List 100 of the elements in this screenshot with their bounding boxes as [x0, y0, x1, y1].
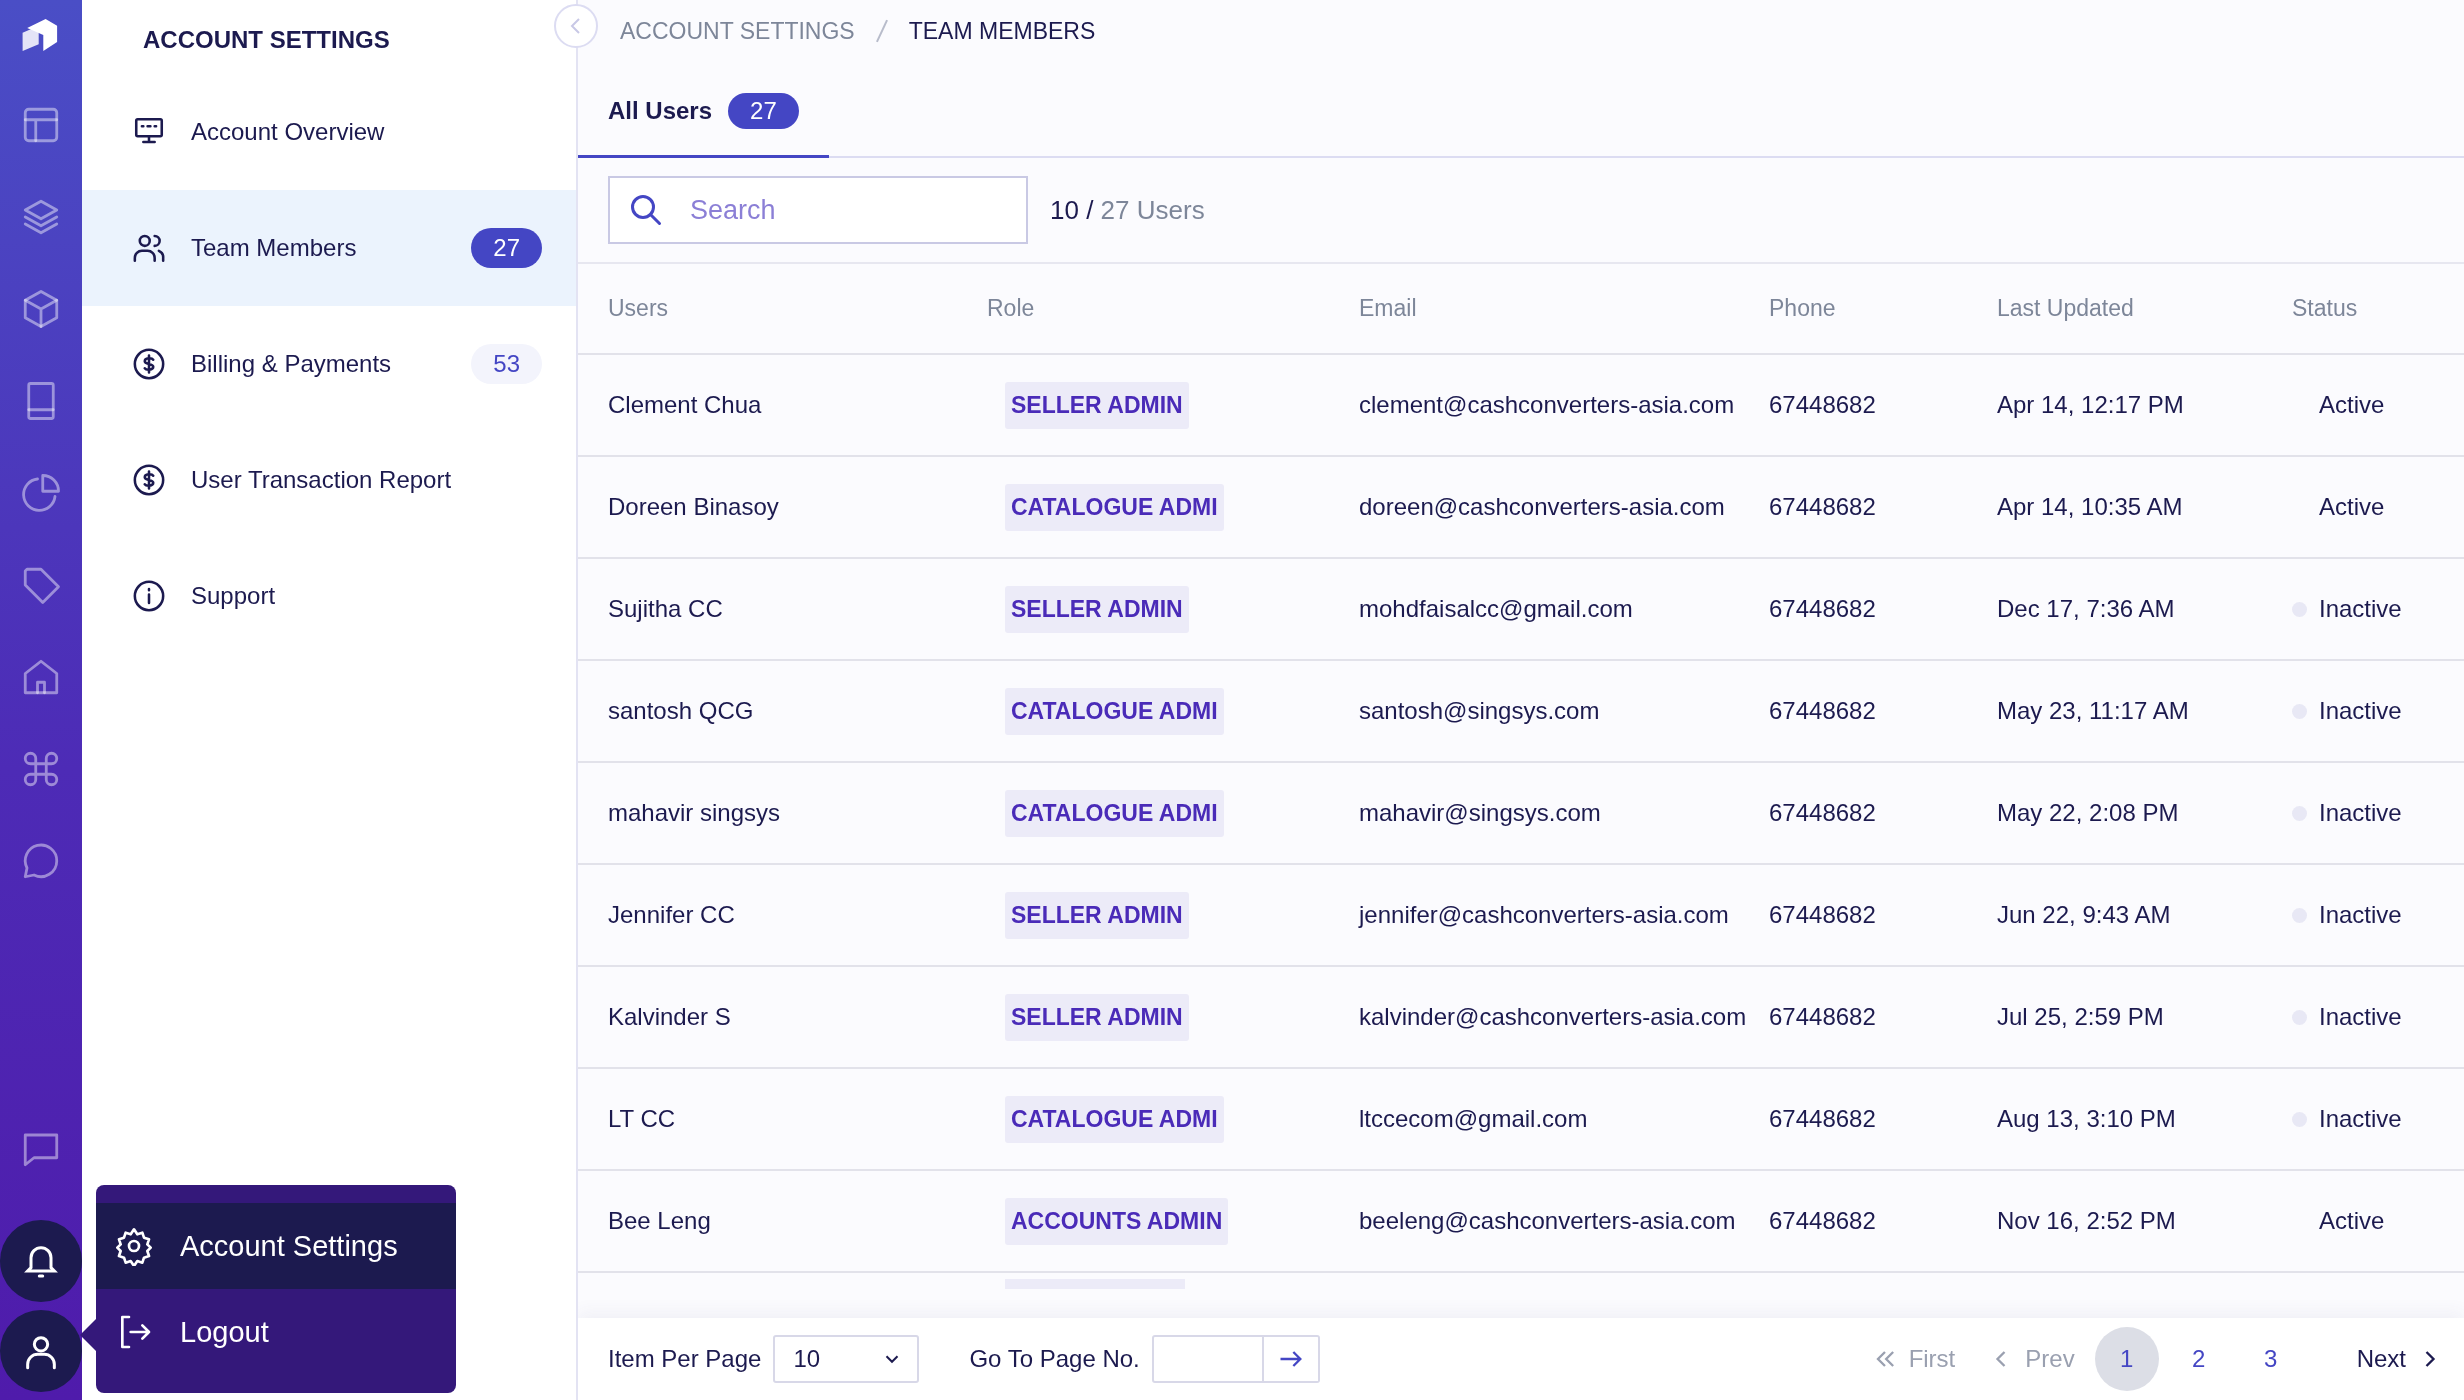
table-cell-text: santosh@singsys.com — [1359, 697, 1601, 725]
table-cell-text: clement@cashconverters-asia.com — [1359, 391, 1736, 419]
role-tag: SELLER ADMIN — [1005, 381, 1189, 429]
sidebar-item[interactable]: User Transaction Report — [82, 422, 576, 538]
sidebar-label: Account Overview — [191, 118, 386, 146]
count-badge: 27 — [471, 228, 542, 268]
table-cell-text: Jennifer CC — [608, 901, 736, 929]
table-cell-text: 67448682 — [1769, 493, 1877, 521]
table-cell-text: LT CC — [608, 1105, 677, 1133]
table-cell-text: Apr 14, 12:17 PM — [1997, 391, 2185, 419]
sidebar-title: ACCOUNT SETTINGS — [142, 25, 391, 55]
table-cell-text: May 22, 2:08 PM — [1997, 799, 2180, 827]
sidebar-label: Billing & Payments — [191, 350, 393, 378]
column-header: Phone — [1769, 295, 1837, 322]
column-header: Last Updated — [1997, 295, 2135, 322]
sidebar-item[interactable]: Support — [82, 538, 576, 654]
table-cell-text: kalvinder@cashconverters-asia.com — [1359, 1003, 1748, 1031]
dollar-icon — [132, 463, 166, 497]
status-text: Active — [2319, 493, 2385, 521]
shown-count: 10 / — [1050, 194, 1094, 225]
menu-item[interactable]: Account Settings — [96, 1203, 456, 1289]
next-page-button[interactable]: Next — [2356, 1345, 2444, 1373]
table-cell-text: beeleng@cashconverters-asia.com — [1359, 1207, 1737, 1235]
page-button[interactable]: 1 — [2094, 1327, 2159, 1391]
items-per-page-select[interactable]: 10 — [773, 1335, 920, 1383]
info-icon — [132, 579, 166, 613]
status-text: Inactive — [2319, 1003, 2402, 1031]
table-cell-text: Apr 14, 10:35 AM — [1997, 493, 2184, 521]
table-cell-text: 67448682 — [1769, 595, 1877, 623]
sidebar-item[interactable]: Billing & Payments 53 — [82, 306, 576, 422]
table-cell-text: mahavir singsys — [608, 799, 782, 827]
table-cell-text: Nov 16, 2:52 PM — [1997, 1207, 2177, 1235]
role-tag: SELLER ADMIN — [1005, 585, 1189, 633]
column-header: Users — [608, 295, 670, 322]
status-text: Active — [2319, 391, 2385, 419]
role-tag: SELLER ADMIN — [1005, 993, 1189, 1041]
table-cell-text: Dec 17, 7:36 AM — [1997, 595, 2176, 623]
table-cell-text: Sujitha CC — [608, 595, 724, 623]
breadcrumb-item: TEAM MEMBERS — [908, 17, 1096, 45]
go-button[interactable] — [1263, 1335, 1320, 1383]
status-text: Inactive — [2319, 1105, 2402, 1133]
role-tag: CATALOGUE ADMI — [1005, 1095, 1224, 1143]
count-badge: 27 — [728, 93, 799, 129]
role-tag: CATALOGUE ADMI — [1005, 483, 1224, 531]
table-cell-text: jennifer@cashconverters-asia.com — [1359, 901, 1730, 929]
sidebar-item[interactable]: Account Overview — [82, 74, 576, 190]
status-text: Inactive — [2319, 799, 2402, 827]
count-badge: 53 — [471, 344, 542, 384]
sidebar-item[interactable]: Team Members 27 — [82, 190, 576, 306]
sidebar-label: Team Members — [191, 234, 358, 262]
status-text: Active — [2319, 1207, 2385, 1235]
table-cell-text: 67448682 — [1769, 1207, 1877, 1235]
table-cell-text: Jul 25, 2:59 PM — [1997, 1003, 2165, 1031]
table-cell-text: 67448682 — [1769, 799, 1877, 827]
page-button[interactable]: 3 — [2238, 1327, 2303, 1391]
table-cell-text: 67448682 — [1769, 697, 1877, 725]
table-cell-text: Jun 22, 9:43 AM — [1997, 901, 2172, 929]
total-count: 27 Users — [1100, 194, 1205, 225]
table-cell-text: doreen@cashconverters-asia.com — [1359, 493, 1726, 521]
table-cell-text: May 23, 11:17 AM — [1997, 697, 2190, 725]
table-cell-text: Doreen Binasoy — [608, 493, 780, 521]
role-tag: CATALOGUE ADMI — [1005, 687, 1224, 735]
table-cell-text: ltccecom@gmail.com — [1359, 1105, 1589, 1133]
table-cell-text: 67448682 — [1769, 1105, 1877, 1133]
table-cell-text: Kalvinder S — [608, 1003, 732, 1031]
menu-item[interactable]: Logout — [96, 1289, 456, 1375]
column-header: Role — [987, 295, 1036, 322]
role-tag: CATALOGUE ADMI — [1005, 789, 1224, 837]
role-tag: SELLER ADMIN — [1005, 891, 1189, 939]
search-field[interactable]: Search — [608, 176, 1028, 244]
column-header: Status — [2292, 295, 2359, 322]
items-per-page-label: Item Per Page — [608, 1345, 762, 1373]
table-cell-text: mohdfaisalcc@gmail.com — [1359, 595, 1634, 623]
column-header: Email — [1359, 295, 1418, 322]
table-cell-text: 67448682 — [1769, 901, 1877, 929]
page-button[interactable]: 2 — [2166, 1327, 2231, 1391]
dollar-icon — [132, 347, 166, 381]
role-tag: ACCOUNTS ADMIN — [1005, 1197, 1229, 1245]
table-cell-text: Aug 13, 3:10 PM — [1997, 1105, 2177, 1133]
table-cell-text: mahavir@singsys.com — [1359, 799, 1602, 827]
sidebar-label: Support — [191, 582, 277, 610]
page-number-field[interactable] — [1151, 1335, 1264, 1383]
tab-label: All Users — [608, 97, 713, 125]
status-text: Inactive — [2319, 901, 2402, 929]
menu-label: Logout — [180, 1315, 269, 1349]
tab[interactable]: All Users 27 — [578, 93, 829, 158]
status-text: Inactive — [2319, 697, 2402, 725]
go-to-page-label: Go To Page No. — [969, 1345, 1140, 1373]
pie-chart-icon[interactable] — [20, 472, 62, 514]
status-text: Inactive — [2319, 595, 2402, 623]
table-cell-text: 67448682 — [1769, 1003, 1877, 1031]
settings-icon — [114, 1226, 154, 1266]
table-cell-text: santosh QCG — [608, 697, 755, 725]
sidebar-label: User Transaction Report — [191, 466, 453, 494]
search-icon — [628, 192, 664, 228]
breadcrumb-item[interactable]: ACCOUNT SETTINGS — [620, 17, 855, 45]
menu-label: Account Settings — [180, 1229, 398, 1263]
table-cell-text: Clement Chua — [608, 391, 763, 419]
table-cell-text: Bee Leng — [608, 1207, 712, 1235]
table-cell-text: 67448682 — [1769, 391, 1877, 419]
